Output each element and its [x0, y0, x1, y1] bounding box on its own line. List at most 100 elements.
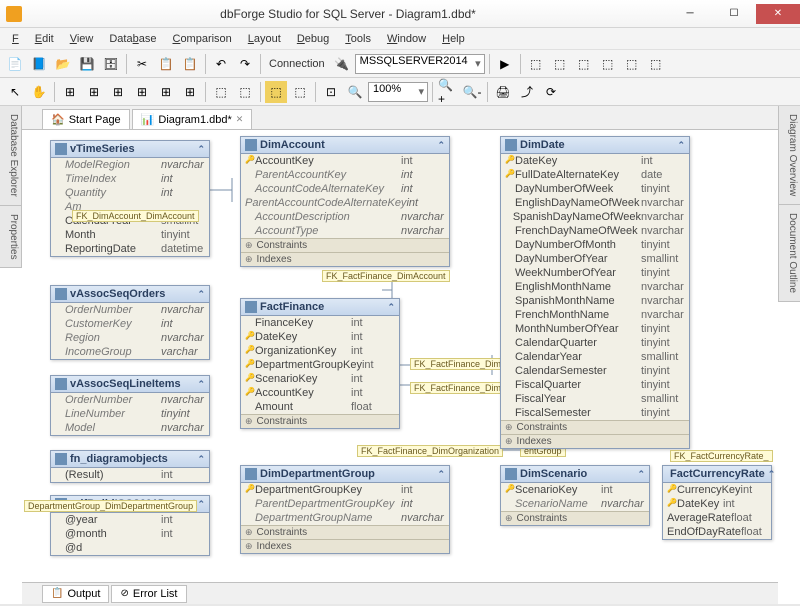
entity-FactCurrencyRate[interactable]: FactCurrencyRate⌃🔑CurrencyKeyint🔑DateKey…: [662, 465, 772, 540]
maximize-button[interactable]: ☐: [712, 4, 756, 24]
add-view-button[interactable]: ⊞: [83, 81, 105, 103]
column-row[interactable]: 🔑DateKeyint: [241, 330, 399, 344]
column-row[interactable]: Regionnvarchar: [51, 331, 209, 345]
entity-FactFinance[interactable]: FactFinance⌃FinanceKeyint🔑DateKeyint🔑Org…: [240, 298, 400, 429]
collapse-icon[interactable]: ⌃: [677, 140, 685, 151]
tab-start-page[interactable]: 🏠 Start Page: [42, 109, 130, 129]
column-row[interactable]: ReportingDatedatetime: [51, 242, 209, 256]
open-button[interactable]: 📂: [52, 53, 74, 75]
column-row[interactable]: FrenchDayNameOfWeeknvarchar: [501, 224, 689, 238]
column-row[interactable]: IncomeGroupvarchar: [51, 345, 209, 359]
menu-layout[interactable]: Layout: [240, 31, 289, 47]
section-indexes[interactable]: Indexes: [241, 252, 449, 266]
tb-b2[interactable]: ⬚: [549, 53, 571, 75]
layout-button[interactable]: ⬚: [210, 81, 232, 103]
column-row[interactable]: 🔑AccountKeyint: [241, 386, 399, 400]
column-row[interactable]: 🔑AccountKeyint: [241, 154, 449, 168]
column-row[interactable]: Monthtinyint: [51, 228, 209, 242]
column-row[interactable]: (Result)int: [51, 468, 209, 482]
column-row[interactable]: DayNumberOfWeektinyint: [501, 182, 689, 196]
entity-vAssocSeqOrders[interactable]: vAssocSeqOrders⌃OrderNumbernvarcharCusto…: [50, 285, 210, 360]
collapse-icon[interactable]: ⌃: [197, 144, 205, 155]
container-button[interactable]: ⬚: [234, 81, 256, 103]
zoom-icon[interactable]: 🔍: [344, 81, 366, 103]
cut-button[interactable]: ✂: [131, 53, 153, 75]
section-constraints[interactable]: Constraints: [501, 511, 649, 525]
color-button[interactable]: ⬚: [265, 81, 287, 103]
close-tab-icon[interactable]: ✕: [236, 114, 244, 125]
column-row[interactable]: AccountCodeAlternateKeyint: [241, 182, 449, 196]
collapse-icon[interactable]: ⌃: [437, 469, 445, 480]
database-explorer-tab[interactable]: Database Explorer: [0, 106, 22, 206]
column-row[interactable]: TimeIndexint: [51, 172, 209, 186]
copy-button[interactable]: 📋: [155, 53, 177, 75]
collapse-icon[interactable]: ⌃: [637, 469, 645, 480]
entity-DimDepartmentGroup[interactable]: DimDepartmentGroup⌃🔑DepartmentGroupKeyin…: [240, 465, 450, 554]
collapse-icon[interactable]: ⌃: [437, 140, 445, 151]
collapse-icon[interactable]: ⌃: [387, 302, 395, 313]
column-row[interactable]: 🔑ScenarioKeyint: [241, 372, 399, 386]
column-row[interactable]: AccountTypenvarchar: [241, 224, 449, 238]
column-row[interactable]: MonthNumberOfYeartinyint: [501, 322, 689, 336]
refresh-button[interactable]: ⟳: [540, 81, 562, 103]
column-row[interactable]: ParentDepartmentGroupKeyint: [241, 497, 449, 511]
entity-header[interactable]: vAssocSeqLineItems⌃: [51, 376, 209, 393]
column-row[interactable]: ModelRegionnvarchar: [51, 158, 209, 172]
section-indexes[interactable]: Indexes: [241, 539, 449, 553]
column-row[interactable]: WeekNumberOfYeartinyint: [501, 266, 689, 280]
zoomin-button[interactable]: 🔍+: [437, 81, 459, 103]
column-row[interactable]: 🔑DepartmentGroupKeyint: [241, 483, 449, 497]
document-outline-tab[interactable]: Document Outline: [778, 205, 800, 302]
column-row[interactable]: ParentAccountCodeAlternateKeyint: [241, 196, 449, 210]
menu-view[interactable]: View: [62, 31, 102, 47]
column-row[interactable]: EnglishDayNameOfWeeknvarchar: [501, 196, 689, 210]
entity-header[interactable]: DimScenario⌃: [501, 466, 649, 483]
stamp-button[interactable]: ⊞: [155, 81, 177, 103]
entity-fn-diagramobjects[interactable]: fn_diagramobjects⌃(Result)int: [50, 450, 210, 483]
add-note-button[interactable]: ⊞: [131, 81, 153, 103]
column-row[interactable]: ScenarioNamenvarchar: [501, 497, 649, 511]
diagram-overview-tab[interactable]: Diagram Overview: [778, 106, 800, 205]
properties-tab[interactable]: Properties: [0, 206, 22, 269]
collapse-icon[interactable]: ⌃: [197, 454, 205, 465]
tb-b1[interactable]: ⬚: [525, 53, 547, 75]
entity-header[interactable]: vAssocSeqOrders⌃: [51, 286, 209, 303]
column-row[interactable]: FiscalYearsmallint: [501, 392, 689, 406]
column-row[interactable]: DayNumberOfYearsmallint: [501, 252, 689, 266]
column-row[interactable]: LineNumbertinyint: [51, 407, 209, 421]
add-table-button[interactable]: ⊞: [59, 81, 81, 103]
section-constraints[interactable]: Constraints: [241, 414, 399, 428]
column-row[interactable]: FiscalQuartertinyint: [501, 378, 689, 392]
bg-button[interactable]: ⬚: [289, 81, 311, 103]
hand-tool[interactable]: ✋: [28, 81, 50, 103]
column-row[interactable]: OrderNumbernvarchar: [51, 393, 209, 407]
entity-DimScenario[interactable]: DimScenario⌃🔑ScenarioKeyintScenarioNamen…: [500, 465, 650, 526]
column-row[interactable]: 🔑DateKeyint: [501, 154, 689, 168]
menu-window[interactable]: Window: [379, 31, 434, 47]
entity-header[interactable]: DimDate⌃: [501, 137, 689, 154]
section-constraints[interactable]: Constraints: [241, 525, 449, 539]
connection-combo[interactable]: MSSQLSERVER2014: [355, 54, 485, 74]
section-indexes[interactable]: Indexes: [501, 434, 689, 448]
entity-header[interactable]: FactCurrencyRate⌃: [663, 466, 771, 483]
column-row[interactable]: 🔑DateKeyint: [663, 497, 771, 511]
menu-comparison[interactable]: Comparison: [164, 31, 239, 47]
paste-button[interactable]: 📋: [179, 53, 201, 75]
saveall-button[interactable]: 🗄: [100, 53, 122, 75]
column-row[interactable]: FrenchMonthNamenvarchar: [501, 308, 689, 322]
entity-header[interactable]: vTimeSeries⌃: [51, 141, 209, 158]
column-row[interactable]: EndOfDayRatefloat: [663, 525, 771, 539]
tb-b6[interactable]: ⬚: [645, 53, 667, 75]
menu-tools[interactable]: Tools: [337, 31, 379, 47]
print-button[interactable]: 🖨: [492, 81, 514, 103]
column-row[interactable]: 🔑ScenarioKeyint: [501, 483, 649, 497]
column-row[interactable]: ParentAccountKeyint: [241, 168, 449, 182]
pointer-tool[interactable]: ↖: [4, 81, 26, 103]
entity-header[interactable]: fn_diagramobjects⌃: [51, 451, 209, 468]
collapse-icon[interactable]: ⌃: [197, 379, 205, 390]
new-button[interactable]: 📄: [4, 53, 26, 75]
column-row[interactable]: EnglishMonthNamenvarchar: [501, 280, 689, 294]
menu-database[interactable]: Database: [101, 31, 164, 47]
column-row[interactable]: CalendarSemestertinyint: [501, 364, 689, 378]
execute-button[interactable]: ▶: [494, 53, 516, 75]
